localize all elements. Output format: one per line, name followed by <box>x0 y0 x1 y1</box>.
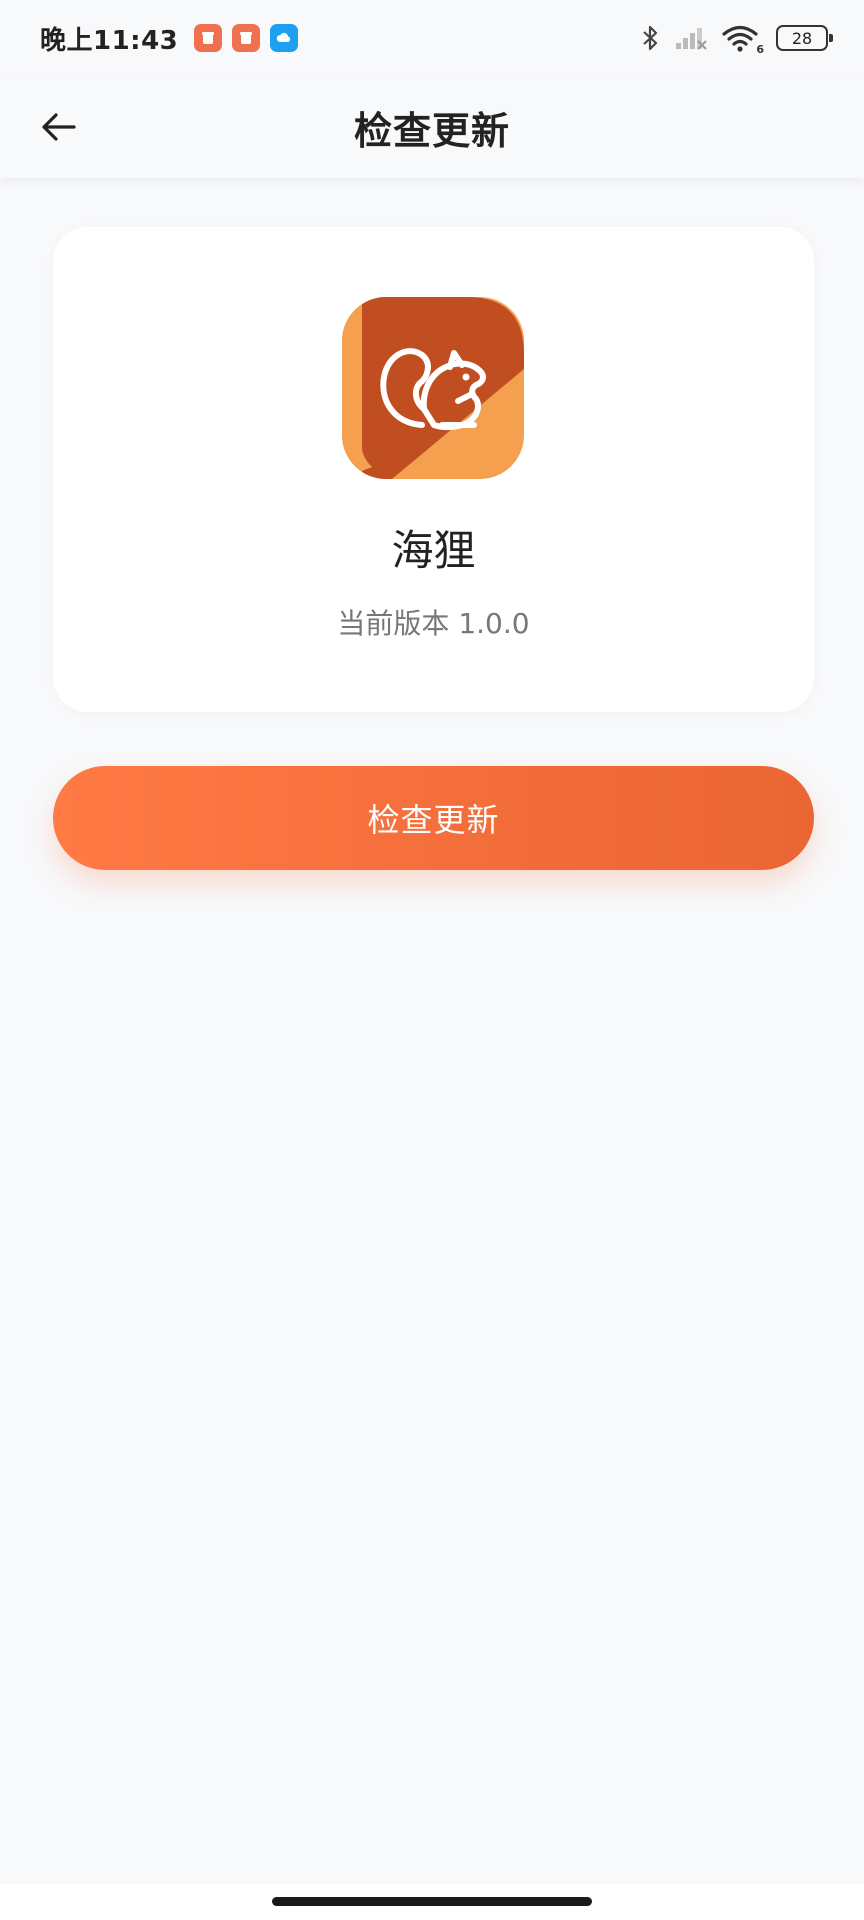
home-indicator[interactable] <box>272 1897 592 1906</box>
navigation-bar: 检查更新 <box>0 76 864 178</box>
red-app-icon <box>232 24 261 52</box>
squirrel-app-icon <box>342 297 524 479</box>
bluetooth-icon <box>643 25 658 51</box>
status-bar: 晚上11:43 6 28 <box>0 0 864 76</box>
status-right: 6 28 <box>640 23 833 56</box>
status-time: 晚上11:43 <box>40 25 179 56</box>
check-update-button-label: 检查更新 <box>367 801 500 839</box>
app-info-card: 海狸 当前版本 1.0.0 <box>53 227 814 712</box>
current-version-label: 当前版本 1.0.0 <box>337 607 530 640</box>
wifi-icon <box>722 25 758 52</box>
battery-icon: 28 <box>776 25 833 51</box>
battery-level: 28 <box>791 28 813 48</box>
blue-cloud-icon <box>270 24 299 52</box>
check-update-button[interactable]: 检查更新 <box>53 766 814 870</box>
page-title: 检查更新 <box>353 108 510 153</box>
wifi-indicator: 6 <box>722 24 764 56</box>
cellular-signal-icon <box>676 28 707 50</box>
check-update-screen: 晚上11:43 6 28 检查更新 海狸 当前版本 1.0.0 检查更新 <box>0 0 864 1920</box>
red-app-icon <box>194 24 223 52</box>
arrow-left-icon <box>42 113 76 141</box>
wifi-badge: 6 <box>756 43 764 56</box>
status-left: 晚上11:43 <box>40 20 299 57</box>
app-name: 海狸 <box>391 526 476 575</box>
back-button[interactable] <box>36 104 82 150</box>
